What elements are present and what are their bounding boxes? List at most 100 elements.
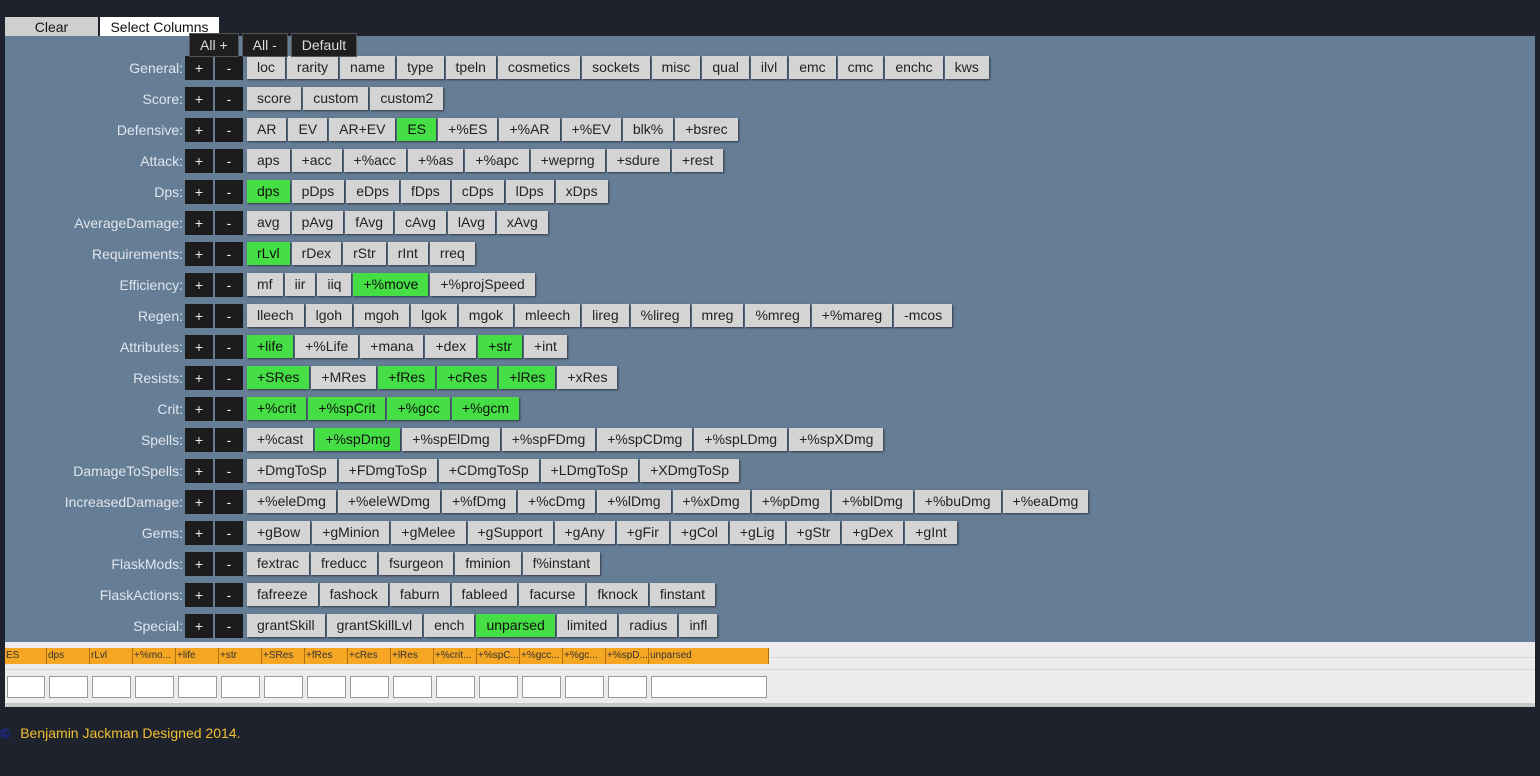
- category-remove-all-button[interactable]: -: [215, 149, 243, 173]
- column-toggle-chip[interactable]: type: [397, 56, 444, 79]
- table-header-cell[interactable]: +%spC...: [477, 648, 520, 664]
- column-filter-input[interactable]: [522, 676, 561, 698]
- clear-filters-button[interactable]: Clear Filters: [5, 17, 98, 56]
- column-toggle-chip[interactable]: +%eleDmg: [247, 490, 336, 513]
- column-toggle-chip[interactable]: +MRes: [311, 366, 377, 389]
- category-add-all-button[interactable]: +: [185, 614, 213, 638]
- column-toggle-chip[interactable]: score: [247, 87, 302, 110]
- column-toggle-chip[interactable]: grantSkillLvl: [326, 614, 423, 637]
- category-add-all-button[interactable]: +: [185, 242, 213, 266]
- column-toggle-chip[interactable]: fextrac: [247, 552, 310, 575]
- column-toggle-chip[interactable]: +gFir: [616, 521, 669, 544]
- column-toggle-chip[interactable]: fknock: [587, 583, 648, 606]
- column-toggle-chip[interactable]: +%spCDmg: [597, 428, 693, 451]
- table-header-cell[interactable]: ES: [5, 648, 47, 664]
- column-toggle-chip[interactable]: +%projSpeed: [430, 273, 535, 296]
- table-header-cell[interactable]: +SRes: [262, 648, 305, 664]
- column-filter-input[interactable]: [350, 676, 389, 698]
- column-toggle-chip[interactable]: qual: [702, 56, 749, 79]
- table-header-cell[interactable]: +str: [219, 648, 262, 664]
- column-toggle-chip[interactable]: mgok: [458, 304, 514, 327]
- table-header-cell[interactable]: rLvl: [90, 648, 133, 664]
- category-remove-all-button[interactable]: -: [215, 459, 243, 483]
- column-toggle-chip[interactable]: fafreeze: [247, 583, 318, 606]
- column-toggle-chip[interactable]: limited: [556, 614, 618, 637]
- category-add-all-button[interactable]: +: [185, 149, 213, 173]
- column-toggle-chip[interactable]: mgoh: [354, 304, 410, 327]
- column-toggle-chip[interactable]: +acc: [291, 149, 342, 172]
- column-toggle-chip[interactable]: xAvg: [496, 211, 548, 234]
- column-toggle-chip[interactable]: +str: [478, 335, 522, 358]
- column-toggle-chip[interactable]: +int: [523, 335, 567, 358]
- column-toggle-chip[interactable]: fDps: [400, 180, 450, 203]
- column-toggle-chip[interactable]: tpeln: [445, 56, 496, 79]
- category-remove-all-button[interactable]: -: [215, 521, 243, 545]
- column-toggle-chip[interactable]: rLvl: [247, 242, 290, 265]
- column-toggle-chip[interactable]: enchc: [885, 56, 943, 79]
- column-toggle-chip[interactable]: +life: [247, 335, 294, 358]
- category-add-all-button[interactable]: +: [185, 583, 213, 607]
- column-toggle-chip[interactable]: freducc: [311, 552, 377, 575]
- column-toggle-chip[interactable]: loc: [247, 56, 285, 79]
- column-toggle-chip[interactable]: rDex: [291, 242, 342, 265]
- column-toggle-chip[interactable]: +%pDmg: [751, 490, 830, 513]
- table-header-cell[interactable]: +%mo...: [133, 648, 176, 664]
- category-add-all-button[interactable]: +: [185, 273, 213, 297]
- column-toggle-chip[interactable]: +xRes: [557, 366, 618, 389]
- column-filter-input[interactable]: [7, 676, 45, 698]
- column-toggle-chip[interactable]: +%eaDmg: [1002, 490, 1089, 513]
- column-toggle-chip[interactable]: +gAny: [554, 521, 615, 544]
- column-toggle-chip[interactable]: +gMelee: [391, 521, 466, 544]
- column-toggle-chip[interactable]: fsurgeon: [378, 552, 454, 575]
- column-toggle-chip[interactable]: fableed: [451, 583, 518, 606]
- column-toggle-chip[interactable]: facurse: [519, 583, 586, 606]
- category-remove-all-button[interactable]: -: [215, 211, 243, 235]
- column-toggle-chip[interactable]: +gInt: [905, 521, 957, 544]
- category-remove-all-button[interactable]: -: [215, 397, 243, 421]
- column-toggle-chip[interactable]: +gMinion: [312, 521, 390, 544]
- column-toggle-chip[interactable]: rreq: [429, 242, 475, 265]
- column-toggle-chip[interactable]: +gCol: [670, 521, 728, 544]
- column-toggle-chip[interactable]: +%AR: [499, 118, 560, 141]
- column-toggle-chip[interactable]: lgok: [411, 304, 457, 327]
- category-remove-all-button[interactable]: -: [215, 242, 243, 266]
- column-toggle-chip[interactable]: cDps: [451, 180, 504, 203]
- column-toggle-chip[interactable]: eDps: [346, 180, 399, 203]
- table-header-cell[interactable]: unparsed: [649, 648, 769, 664]
- column-filter-input[interactable]: [221, 676, 260, 698]
- column-toggle-chip[interactable]: +rest: [671, 149, 724, 172]
- column-filter-input[interactable]: [393, 676, 432, 698]
- column-filter-input[interactable]: [565, 676, 604, 698]
- column-toggle-chip[interactable]: sockets: [582, 56, 650, 79]
- column-toggle-chip[interactable]: +%as: [407, 149, 464, 172]
- column-toggle-chip[interactable]: avg: [247, 211, 290, 234]
- column-toggle-chip[interactable]: blk%: [622, 118, 674, 141]
- column-toggle-chip[interactable]: xDps: [555, 180, 608, 203]
- column-toggle-chip[interactable]: +gDex: [842, 521, 904, 544]
- category-remove-all-button[interactable]: -: [215, 56, 243, 80]
- column-toggle-chip[interactable]: lleech: [247, 304, 304, 327]
- table-header-cell[interactable]: +%gc...: [563, 648, 606, 664]
- column-filter-input[interactable]: [178, 676, 217, 698]
- column-toggle-chip[interactable]: EV: [288, 118, 328, 141]
- column-filter-input[interactable]: [608, 676, 647, 698]
- column-toggle-chip[interactable]: +%gcc: [387, 397, 450, 420]
- category-remove-all-button[interactable]: -: [215, 87, 243, 111]
- column-toggle-chip[interactable]: +%cDmg: [518, 490, 596, 513]
- category-remove-all-button[interactable]: -: [215, 304, 243, 328]
- column-toggle-chip[interactable]: +%fDmg: [441, 490, 517, 513]
- column-toggle-chip[interactable]: pDps: [291, 180, 345, 203]
- column-toggle-chip[interactable]: custom: [303, 87, 369, 110]
- column-toggle-chip[interactable]: f%instant: [522, 552, 601, 575]
- column-toggle-chip[interactable]: lgoh: [305, 304, 353, 327]
- column-toggle-chip[interactable]: +weprng: [530, 149, 605, 172]
- table-header-cell[interactable]: +fRes: [305, 648, 348, 664]
- column-toggle-chip[interactable]: grantSkill: [247, 614, 325, 637]
- column-toggle-chip[interactable]: +gStr: [786, 521, 841, 544]
- all-plus-button[interactable]: All +: [189, 33, 239, 57]
- column-toggle-chip[interactable]: iir: [284, 273, 316, 296]
- column-toggle-chip[interactable]: +bsrec: [675, 118, 738, 141]
- column-toggle-chip[interactable]: +%spFDmg: [501, 428, 596, 451]
- column-toggle-chip[interactable]: +FDmgToSp: [338, 459, 437, 482]
- column-toggle-chip[interactable]: cosmetics: [497, 56, 581, 79]
